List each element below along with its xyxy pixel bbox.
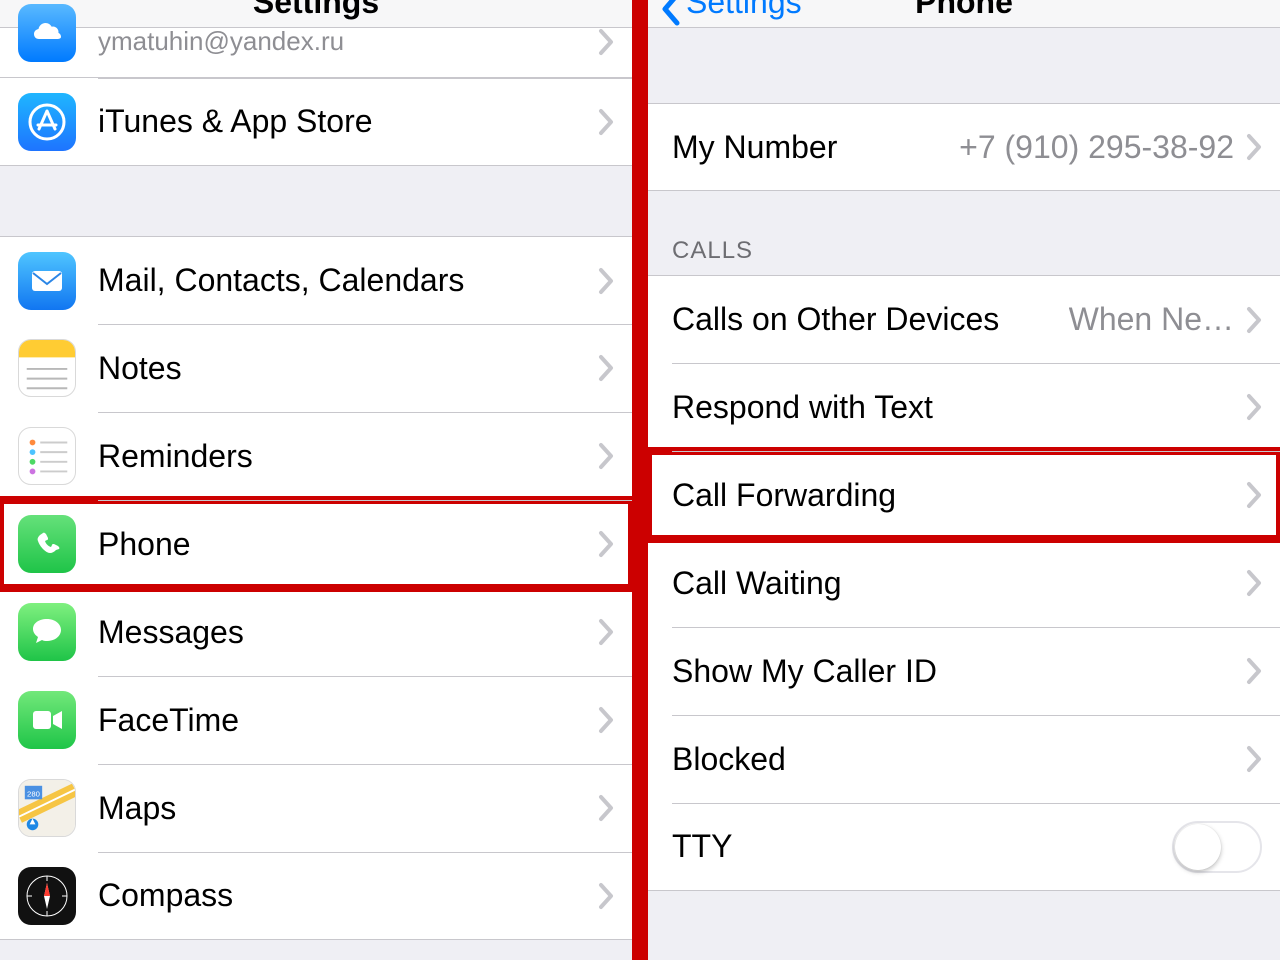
my-number-value: +7 (910) 295-38-92: [959, 129, 1234, 166]
chevron-right-icon: [598, 28, 614, 56]
chevron-right-icon: [1246, 133, 1262, 161]
app-store-icon: [18, 93, 76, 151]
row-label: Call Forwarding: [672, 477, 1246, 514]
row-label: Mail, Contacts, Calendars: [98, 262, 598, 299]
section-header-calls: CALLS: [648, 191, 1280, 275]
maps-icon: 280: [18, 779, 76, 837]
chevron-right-icon: [598, 618, 614, 646]
nav-title-phone: Phone: [915, 0, 1013, 21]
messages-icon: [18, 603, 76, 661]
phone-icon: [18, 515, 76, 573]
cloud-icon: [18, 4, 76, 62]
chevron-right-icon: [598, 108, 614, 136]
my-number-label: My Number: [672, 129, 959, 166]
tty-toggle[interactable]: [1172, 821, 1262, 873]
row-label: Messages: [98, 614, 598, 651]
row-show-caller-id[interactable]: Show My Caller ID: [648, 627, 1280, 715]
row-calls-other-devices[interactable]: Calls on Other Devices When Ne…: [648, 275, 1280, 363]
chevron-right-icon: [1246, 393, 1262, 421]
row-notes[interactable]: Notes: [0, 324, 632, 412]
row-label: iTunes & App Store: [98, 103, 598, 140]
compass-icon: [18, 867, 76, 925]
chevron-left-icon: [660, 0, 682, 14]
svg-text:280: 280: [27, 789, 40, 798]
chevron-right-icon: [1246, 745, 1262, 773]
chevron-right-icon: [1246, 481, 1262, 509]
row-messages[interactable]: Messages: [0, 588, 632, 676]
navbar-right: Settings Phone: [648, 0, 1280, 28]
chevron-right-icon: [1246, 657, 1262, 685]
row-label: Reminders: [98, 438, 598, 475]
settings-main-pane: Settings ymatuhin@yandex.ru iT: [0, 0, 632, 960]
row-facetime[interactable]: FaceTime: [0, 676, 632, 764]
row-detail: When Ne…: [1069, 301, 1234, 338]
chevron-right-icon: [598, 267, 614, 295]
row-call-forwarding[interactable]: Call Forwarding: [648, 451, 1280, 539]
row-mail-contacts-calendars[interactable]: Mail, Contacts, Calendars: [0, 236, 632, 324]
row-my-number[interactable]: My Number +7 (910) 295-38-92: [648, 103, 1280, 191]
red-divider: [632, 0, 648, 960]
notes-icon: [18, 339, 76, 397]
chevron-right-icon: [598, 882, 614, 910]
row-label: Maps: [98, 790, 598, 827]
row-label: Blocked: [672, 741, 1246, 778]
account-email: ymatuhin@yandex.ru: [98, 26, 598, 57]
facetime-icon: [18, 691, 76, 749]
chevron-right-icon: [598, 530, 614, 558]
row-label: Notes: [98, 350, 598, 387]
row-maps[interactable]: 280 Maps: [0, 764, 632, 852]
navbar-left: Settings: [0, 0, 632, 28]
chevron-right-icon: [598, 354, 614, 382]
row-label: Compass: [98, 877, 598, 914]
row-label: FaceTime: [98, 702, 598, 739]
row-itunes-app-store[interactable]: iTunes & App Store: [0, 78, 632, 166]
reminders-icon: [18, 427, 76, 485]
row-blocked[interactable]: Blocked: [648, 715, 1280, 803]
toggle-knob: [1175, 824, 1221, 870]
row-tty[interactable]: TTY: [648, 803, 1280, 891]
back-button[interactable]: Settings: [660, 0, 802, 21]
back-label: Settings: [686, 0, 802, 21]
row-label: Respond with Text: [672, 389, 1246, 426]
row-compass[interactable]: Compass: [0, 852, 632, 940]
row-respond-with-text[interactable]: Respond with Text: [648, 363, 1280, 451]
nav-title-settings: Settings: [253, 0, 379, 21]
row-phone[interactable]: Phone: [0, 500, 632, 588]
row-label: TTY: [672, 828, 1172, 865]
mail-icon: [18, 252, 76, 310]
row-label: Show My Caller ID: [672, 653, 1246, 690]
row-label: Calls on Other Devices: [672, 301, 1069, 338]
row-label: Phone: [98, 526, 598, 563]
row-account[interactable]: ymatuhin@yandex.ru: [0, 28, 632, 78]
chevron-right-icon: [598, 706, 614, 734]
phone-settings-pane: Settings Phone My Number +7 (910) 295-38…: [648, 0, 1280, 960]
chevron-right-icon: [1246, 306, 1262, 334]
row-reminders[interactable]: Reminders: [0, 412, 632, 500]
row-label: Call Waiting: [672, 565, 1246, 602]
row-call-waiting[interactable]: Call Waiting: [648, 539, 1280, 627]
chevron-right-icon: [598, 442, 614, 470]
chevron-right-icon: [598, 794, 614, 822]
chevron-right-icon: [1246, 569, 1262, 597]
